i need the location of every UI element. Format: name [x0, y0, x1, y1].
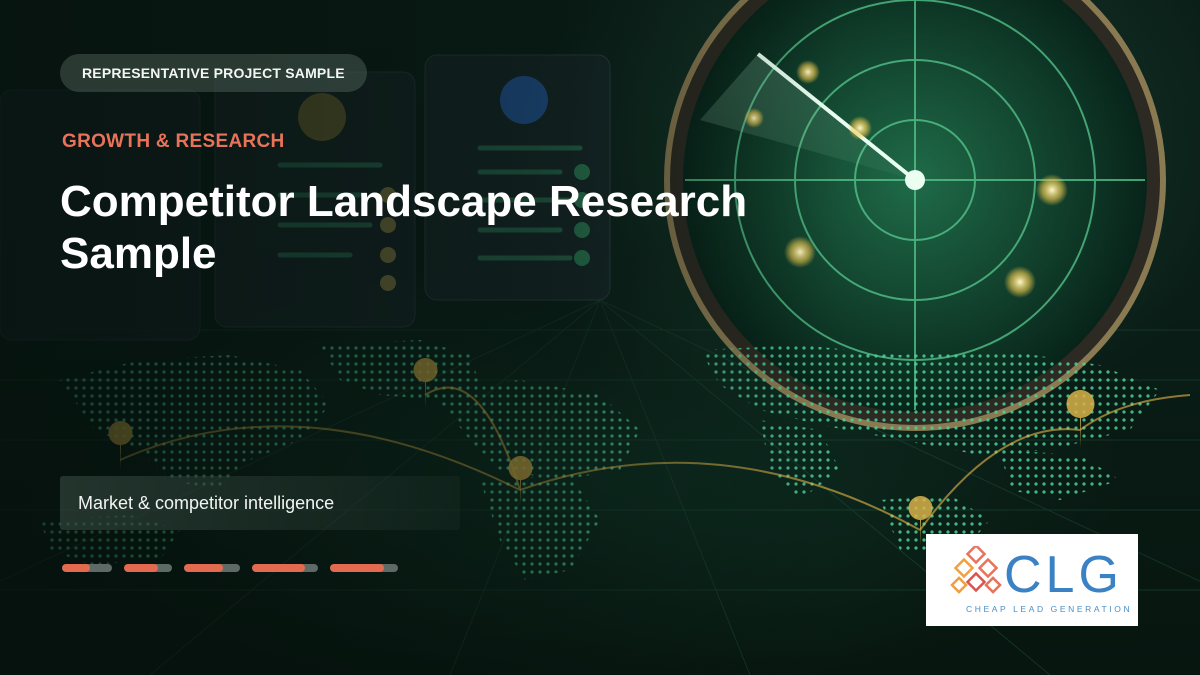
progress-bar — [330, 564, 398, 572]
progress-fill — [62, 564, 90, 572]
hero-slide: REPRESENTATIVE PROJECT SAMPLE GROWTH & R… — [0, 0, 1200, 675]
progress-bar — [62, 564, 112, 572]
subtitle: Market & competitor intelligence — [78, 493, 335, 513]
clg-logo-mark — [950, 546, 1002, 594]
progress-fill — [252, 564, 305, 572]
progress-indicators — [62, 564, 398, 574]
progress-fill — [184, 564, 224, 572]
progress-fill — [124, 564, 158, 572]
progress-bar — [124, 564, 172, 572]
project-tag-pill: REPRESENTATIVE PROJECT SAMPLE — [60, 54, 367, 92]
project-tag-label: REPRESENTATIVE PROJECT SAMPLE — [82, 65, 345, 81]
progress-fill — [330, 564, 385, 572]
page-title: Competitor Landscape Research Sample — [60, 177, 748, 278]
logo-wordmark: CLG — [1004, 546, 1123, 604]
brand-logo: CLG CHEAP LEAD GENERATION — [926, 534, 1138, 626]
category-label: GROWTH & RESEARCH — [62, 131, 285, 152]
logo-tagline: CHEAP LEAD GENERATION — [966, 604, 1133, 614]
progress-bar — [252, 564, 318, 572]
progress-bar — [184, 564, 240, 572]
